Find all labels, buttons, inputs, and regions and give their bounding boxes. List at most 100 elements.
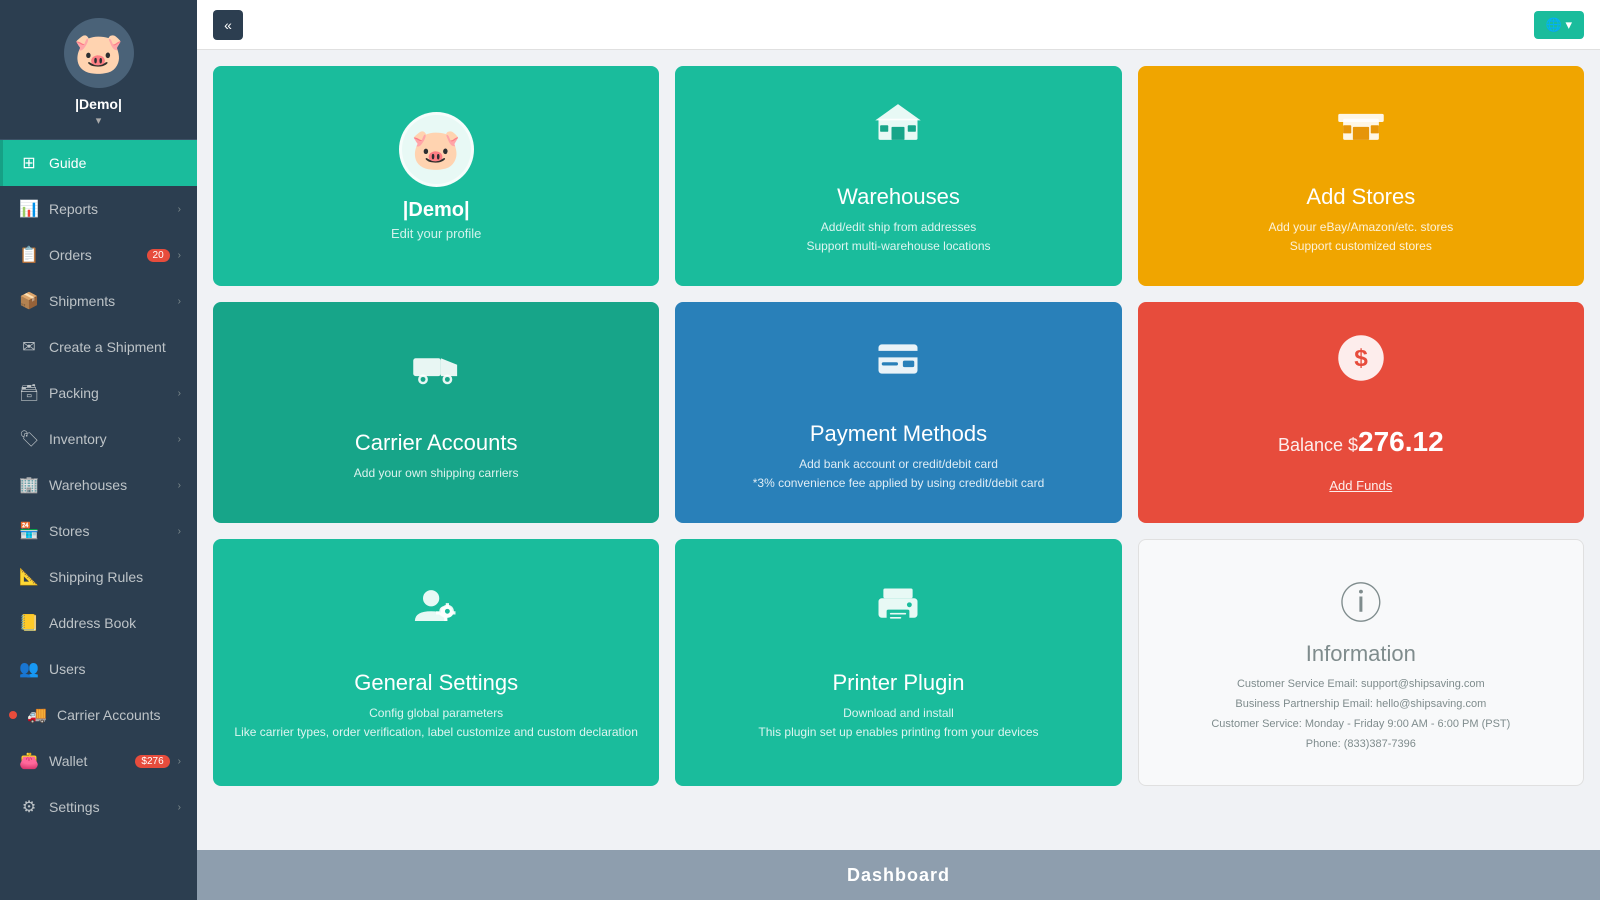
sidebar-item-label: Create a Shipment (49, 339, 181, 355)
printer-plugin-subtitle: Download and install This plugin set up … (758, 704, 1038, 742)
sidebar-item-label: Reports (49, 201, 174, 217)
sidebar-item-reports[interactable]: 📊 Reports › (0, 186, 197, 232)
sidebar-item-settings[interactable]: ⚙ Settings › (0, 784, 197, 830)
sidebar-item-label: Wallet (49, 753, 135, 769)
warehouses-card[interactable]: Warehouses Add/edit ship from addresses … (675, 66, 1121, 286)
general-settings-title: General Settings (354, 670, 518, 696)
chevron-right-icon: › (178, 296, 181, 307)
packing-icon: 🗃 (19, 383, 39, 403)
chevron-right-icon: › (178, 250, 181, 261)
general-settings-card[interactable]: General Settings Config global parameter… (213, 539, 659, 785)
general-settings-icon (410, 582, 462, 658)
balance-card[interactable]: $ Balance $ 276.12 Add Funds (1138, 302, 1584, 523)
carrier-accounts-title: Carrier Accounts (355, 430, 518, 456)
information-card[interactable]: ⓘ Information Customer Service Email: su… (1138, 539, 1584, 785)
payment-methods-title: Payment Methods (810, 421, 987, 447)
sidebar-item-carrier-accounts[interactable]: 🚚 Carrier Accounts (0, 692, 197, 738)
payment-icon (872, 333, 924, 409)
add-stores-card[interactable]: Add Stores Add your eBay/Amazon/etc. sto… (1138, 66, 1584, 286)
reports-icon: 📊 (19, 199, 39, 219)
sidebar-item-label: Settings (49, 799, 174, 815)
shipments-icon: 📦 (19, 291, 39, 311)
carrier-accounts-icon: 🚚 (27, 705, 47, 725)
sidebar-item-guide[interactable]: ⊞ Guide (0, 140, 197, 186)
chevron-right-icon: › (178, 802, 181, 813)
carrier-dot-indicator (9, 711, 17, 719)
chevron-right-icon: › (178, 480, 181, 491)
sidebar-item-label: Packing (49, 385, 174, 401)
chevron-right-icon: › (178, 434, 181, 445)
warehouse-icon (872, 96, 924, 172)
orders-icon: 📋 (19, 245, 39, 265)
payment-methods-card[interactable]: Payment Methods Add bank account or cred… (675, 302, 1121, 523)
bottombar: Dashboard (197, 850, 1600, 900)
sidebar-item-label: Stores (49, 523, 174, 539)
svg-text:$: $ (1354, 346, 1368, 373)
topbar: « 🌐 ▾ (197, 0, 1600, 50)
printer-icon (872, 582, 924, 658)
sidebar-logo: 🐷 |Demo| ▾ (0, 0, 197, 140)
chevron-right-icon: › (178, 204, 181, 215)
add-stores-title: Add Stores (1306, 184, 1415, 210)
sidebar-item-shipping-rules[interactable]: 📐 Shipping Rules (0, 554, 197, 600)
sidebar-item-shipments[interactable]: 📦 Shipments › (0, 278, 197, 324)
chevron-right-icon: › (178, 388, 181, 399)
sidebar-item-orders[interactable]: 📋 Orders 20 › (0, 232, 197, 278)
users-icon: 👥 (19, 659, 39, 679)
stores-icon: 🏪 (19, 521, 39, 541)
sidebar-item-address-book[interactable]: 📒 Address Book (0, 600, 197, 646)
carrier-icon (410, 342, 462, 418)
sidebar: 🐷 |Demo| ▾ ⊞ Guide 📊 Reports › 📋 Orders … (0, 0, 197, 900)
sidebar-item-label: Shipping Rules (49, 569, 181, 585)
carrier-accounts-card[interactable]: Carrier Accounts Add your own shipping c… (213, 302, 659, 523)
balance-icon: $ (1335, 332, 1387, 408)
information-details: Customer Service Email: support@shipsavi… (1211, 675, 1510, 754)
shipping-rules-icon: 📐 (19, 567, 39, 587)
chevron-right-icon: › (178, 756, 181, 767)
create-shipment-icon: ✉ (19, 337, 39, 357)
sidebar-item-label: Inventory (49, 431, 174, 447)
balance-label: Balance $ (1278, 435, 1358, 456)
sidebar-item-wallet[interactable]: 👛 Wallet $276 › (0, 738, 197, 784)
profile-subtitle: Edit your profile (391, 226, 481, 241)
wallet-badge: $276 (135, 755, 169, 768)
sidebar-item-label: Orders (49, 247, 147, 263)
sidebar-item-users[interactable]: 👥 Users (0, 646, 197, 692)
orders-badge: 20 (147, 249, 170, 262)
profile-name: |Demo| (403, 199, 470, 222)
payment-methods-subtitle: Add bank account or credit/debit card *3… (753, 455, 1045, 493)
settings-icon: ⚙ (19, 797, 39, 817)
profile-card[interactable]: 🐷 |Demo| Edit your profile (213, 66, 659, 286)
add-stores-subtitle: Add your eBay/Amazon/etc. stores Support… (1268, 218, 1453, 256)
sidebar-item-warehouses[interactable]: 🏢 Warehouses › (0, 462, 197, 508)
guide-icon: ⊞ (19, 153, 39, 173)
printer-plugin-card[interactable]: Printer Plugin Download and install This… (675, 539, 1121, 785)
inventory-icon: 🏷 (19, 429, 39, 449)
sidebar-item-label: Carrier Accounts (57, 707, 181, 723)
general-settings-subtitle: Config global parameters Like carrier ty… (234, 704, 638, 742)
wallet-icon: 👛 (19, 751, 39, 771)
sidebar-item-label: Guide (49, 155, 181, 171)
printer-plugin-title: Printer Plugin (832, 670, 964, 696)
balance-amount: 276.12 (1358, 426, 1444, 458)
page-title: Dashboard (847, 865, 950, 886)
language-selector-button[interactable]: 🌐 ▾ (1534, 11, 1584, 39)
add-funds-link[interactable]: Add Funds (1329, 478, 1392, 493)
sidebar-item-inventory[interactable]: 🏷 Inventory › (0, 416, 197, 462)
sidebar-nav: ⊞ Guide 📊 Reports › 📋 Orders 20 › 📦 Ship… (0, 140, 197, 900)
sidebar-item-stores[interactable]: 🏪 Stores › (0, 508, 197, 554)
sidebar-item-packing[interactable]: 🗃 Packing › (0, 370, 197, 416)
user-dropdown-icon[interactable]: ▾ (96, 114, 102, 127)
information-title: Information (1306, 641, 1416, 667)
collapse-sidebar-button[interactable]: « (213, 10, 243, 40)
sidebar-item-label: Warehouses (49, 477, 174, 493)
info-circle-icon: ⓘ (1340, 570, 1382, 631)
stores-icon (1335, 96, 1387, 172)
chevron-right-icon: › (178, 526, 181, 537)
warehouses-subtitle: Add/edit ship from addresses Support mul… (806, 218, 990, 256)
address-book-icon: 📒 (19, 613, 39, 633)
carrier-accounts-subtitle: Add your own shipping carriers (354, 464, 519, 483)
user-name: |Demo| (75, 96, 122, 112)
sidebar-item-create-shipment[interactable]: ✉ Create a Shipment (0, 324, 197, 370)
main-content: « 🌐 ▾ 🐷 |Demo| Edit your profile (197, 0, 1600, 900)
